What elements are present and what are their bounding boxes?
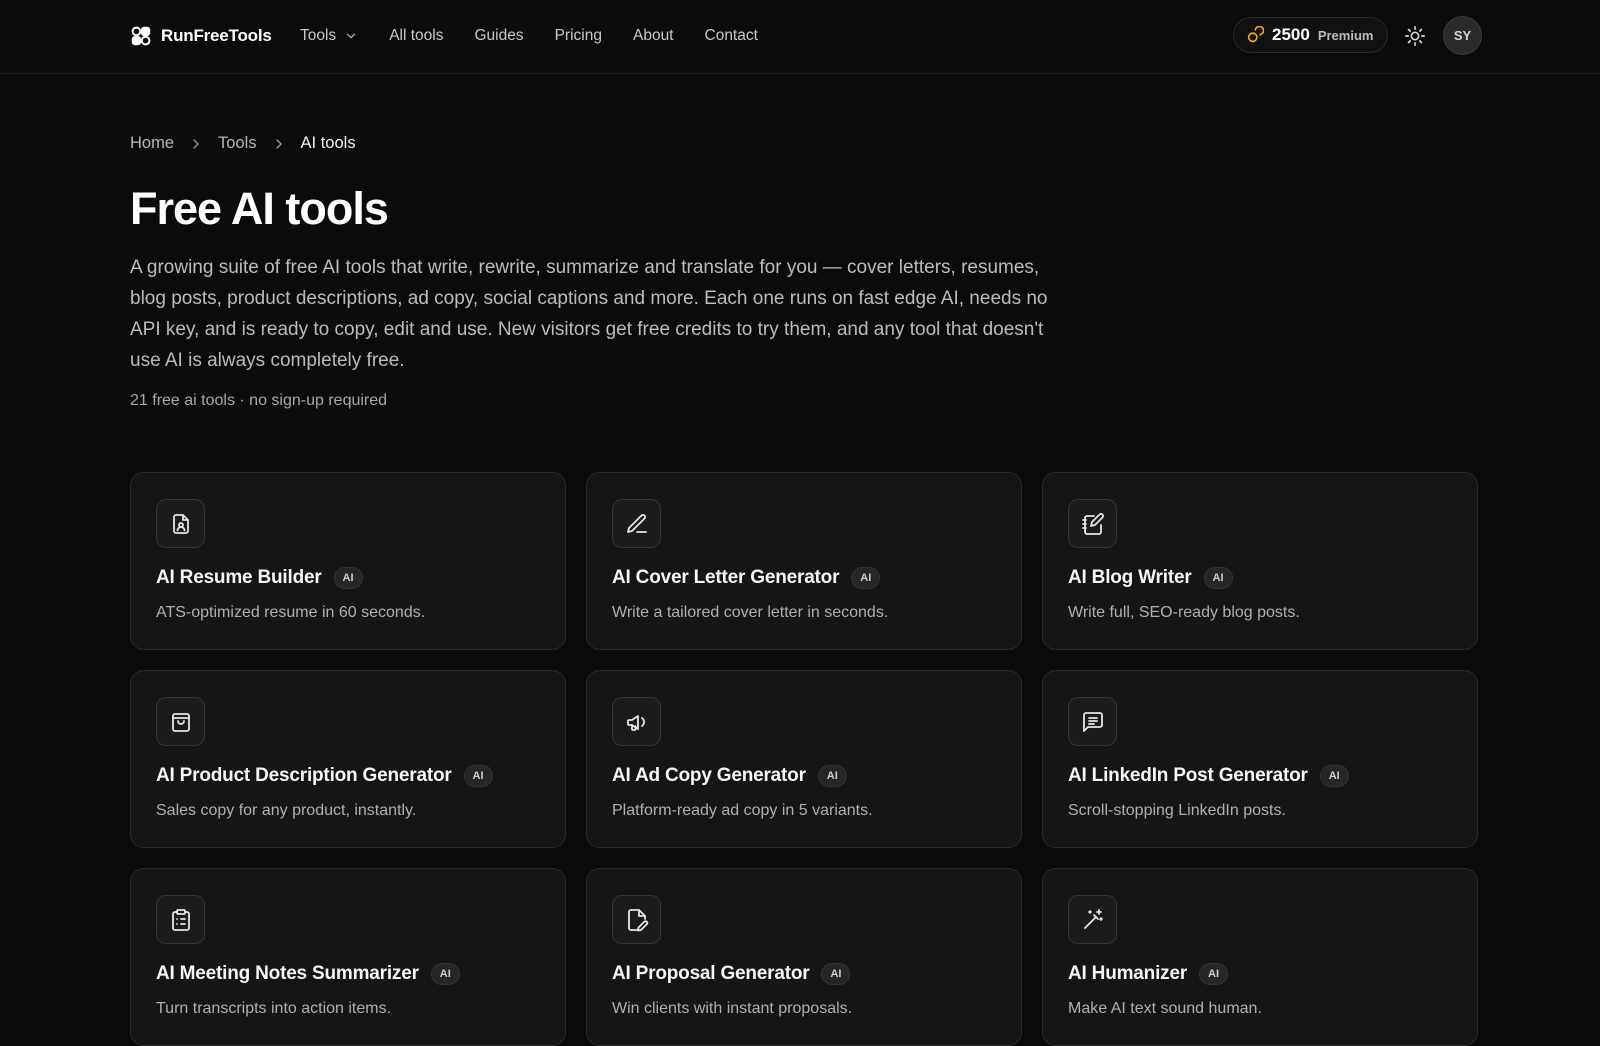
ai-badge: AI: [463, 765, 493, 787]
card-title: AI LinkedIn Post Generator: [1068, 765, 1308, 786]
brand-name: RunFreeTools: [161, 26, 272, 45]
card-title: AI Ad Copy Generator: [612, 765, 806, 786]
tool-count-meta: 21 free ai tools · no sign-up required: [130, 392, 388, 409]
card-description: ATS-optimized resume in 60 seconds.: [156, 604, 426, 621]
magic-wand-icon: [1068, 895, 1117, 944]
card-title-row: AI Proposal Generator AI: [612, 963, 851, 985]
card-title: AI Blog Writer: [1068, 567, 1192, 588]
card-description: Write full, SEO-ready blog posts.: [1068, 604, 1300, 621]
top-navigation-bar: RunFreeTools Tools All tools Guides Pric…: [0, 0, 1600, 74]
tool-card-ai-proposal-generator[interactable]: AI Proposal Generator AI Win clients wit…: [586, 868, 1022, 1046]
brand-logo-icon: [131, 26, 151, 46]
ai-badge: AI: [333, 567, 363, 589]
chevron-right-icon: [275, 138, 282, 149]
nav-all-tools[interactable]: All tools: [389, 24, 443, 48]
tool-card-ai-humanizer[interactable]: AI Humanizer AI Make AI text sound human…: [1042, 868, 1478, 1046]
breadcrumb: Home Tools AI tools: [130, 134, 356, 153]
file-pen-icon: [612, 895, 661, 944]
megaphone-icon: [612, 697, 661, 746]
card-title-row: AI Ad Copy Generator AI: [612, 765, 847, 787]
clipboard-list-icon: [156, 895, 205, 944]
page-description: A growing suite of free AI tools that wr…: [130, 257, 1048, 371]
ai-badge: AI: [1199, 963, 1229, 985]
card-description: Sales copy for any product, instantly.: [156, 802, 417, 819]
tool-card-ai-resume-builder[interactable]: AI Resume Builder AI ATS-optimized resum…: [130, 472, 566, 650]
card-title-row: AI Blog Writer AI: [1068, 567, 1233, 589]
card-description: Make AI text sound human.: [1068, 1000, 1262, 1017]
nav-tools-dropdown[interactable]: Tools: [300, 24, 358, 48]
card-title: AI Cover Letter Generator: [612, 567, 840, 588]
nav-pricing[interactable]: Pricing: [555, 24, 602, 48]
card-description: Platform-ready ad copy in 5 variants.: [612, 802, 873, 819]
nav-contact[interactable]: Contact: [705, 24, 758, 48]
breadcrumb-tools[interactable]: Tools: [218, 134, 257, 153]
nav-about[interactable]: About: [633, 24, 674, 48]
nav-guides[interactable]: Guides: [474, 24, 523, 48]
ai-badge: AI: [1319, 765, 1349, 787]
card-title: AI Resume Builder: [156, 567, 322, 588]
card-title: AI Humanizer: [1068, 963, 1188, 984]
card-title-row: AI Product Description Generator AI: [156, 765, 493, 787]
main-nav: Tools All tools Guides Pricing About Con…: [300, 24, 789, 48]
theme-toggle-button[interactable]: [1402, 23, 1428, 49]
page-title: Free AI tools: [130, 183, 389, 234]
card-title-row: AI Humanizer AI: [1068, 963, 1229, 985]
tool-card-grid: AI Resume Builder AI ATS-optimized resum…: [130, 472, 1478, 1046]
ai-badge: AI: [851, 567, 881, 589]
tool-card-ai-meeting-notes-summarizer[interactable]: AI Meeting Notes Summarizer AI Turn tran…: [130, 868, 566, 1046]
chevron-right-icon: [193, 138, 199, 149]
credits-balance-pill[interactable]: 2500 Premium: [1233, 17, 1388, 53]
shopping-bag-icon: [156, 697, 205, 746]
card-title-row: AI Meeting Notes Summarizer AI: [156, 963, 460, 985]
nav-tools-label: Tools: [300, 27, 337, 44]
tool-card-ai-cover-letter-generator[interactable]: AI Cover Letter Generator AI Write a tai…: [586, 472, 1022, 650]
card-description: Scroll-stopping LinkedIn posts.: [1068, 802, 1286, 819]
notebook-pen-icon: [1068, 499, 1117, 548]
user-avatar[interactable]: SY: [1443, 16, 1482, 55]
card-description: Turn transcripts into action items.: [156, 1000, 392, 1017]
ai-badge: AI: [1203, 567, 1233, 589]
pen-icon: [612, 499, 661, 548]
plan-tier-label: Premium: [1317, 27, 1374, 43]
tool-card-ai-linkedin-post-generator[interactable]: AI LinkedIn Post Generator AI Scroll-sto…: [1042, 670, 1478, 848]
credits-count: 2500: [1272, 25, 1310, 44]
ai-badge: AI: [430, 963, 460, 985]
breadcrumb-home[interactable]: Home: [130, 134, 174, 153]
brand-logo-link[interactable]: RunFreeTools: [130, 22, 272, 50]
ai-badge: AI: [821, 963, 851, 985]
card-title: AI Product Description Generator: [156, 765, 452, 786]
card-title: AI Proposal Generator: [612, 963, 810, 984]
resume-icon: [156, 499, 205, 548]
card-description: Write a tailored cover letter in seconds…: [612, 604, 889, 621]
coins-icon: [1247, 26, 1264, 43]
ai-badge: AI: [817, 765, 847, 787]
card-title-row: AI LinkedIn Post Generator AI: [1068, 765, 1349, 787]
sun-icon: [1405, 26, 1425, 46]
chevron-down-icon: [347, 33, 356, 39]
card-title-row: AI Resume Builder AI: [156, 567, 363, 589]
card-description: Win clients with instant proposals.: [612, 1000, 853, 1017]
tool-card-ai-blog-writer[interactable]: AI Blog Writer AI Write full, SEO-ready …: [1042, 472, 1478, 650]
card-title: AI Meeting Notes Summarizer: [156, 963, 419, 984]
message-text-icon: [1068, 697, 1117, 746]
tool-card-ai-ad-copy-generator[interactable]: AI Ad Copy Generator AI Platform-ready a…: [586, 670, 1022, 848]
breadcrumb-current: AI tools: [300, 134, 356, 152]
card-title-row: AI Cover Letter Generator AI: [612, 567, 881, 589]
tool-card-ai-product-description-generator[interactable]: AI Product Description Generator AI Sale…: [130, 670, 566, 848]
